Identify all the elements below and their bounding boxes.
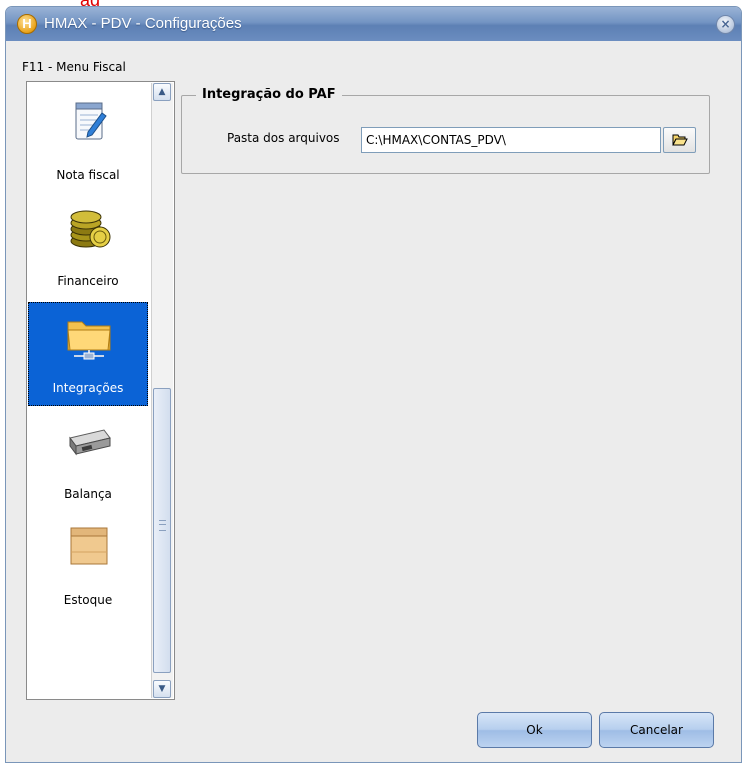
group-title: Integração do PAF [196,87,342,102]
sidebar-item-label: Balança [64,487,112,501]
sidebar-item-label: Integrações [52,381,124,395]
ok-button[interactable]: Ok [477,712,592,748]
window-title: HMAX - PDV - Configurações [44,15,242,32]
sidebar-item-integracoes[interactable]: Integrações [28,302,148,406]
grip-icon [159,520,166,531]
sidebar-panel-label: F11 - Menu Fiscal [22,60,126,74]
scroll-up-icon[interactable]: ▲ [153,83,171,101]
sidebar-item-balanca[interactable]: Balança [28,408,148,512]
browse-folder-button[interactable] [663,127,696,153]
scroll-down-icon[interactable]: ▼ [153,680,171,698]
configuration-window: H HMAX - PDV - Configurações × F11 - Men… [5,6,742,763]
sidebar-item-label: Estoque [63,593,113,607]
notepad-icon [64,97,114,147]
title-bar[interactable]: H HMAX - PDV - Configurações × [6,7,741,41]
scroll-thumb[interactable] [153,388,171,673]
folder-network-icon [64,310,114,360]
folder-field-label: Pasta dos arquivos [227,131,340,145]
cancel-button[interactable]: Cancelar [599,712,714,748]
sidebar: Nota fiscal Financeiro Integrações Balan… [26,81,175,700]
folder-path-input[interactable] [361,127,661,153]
sidebar-item-financeiro[interactable]: Financeiro [28,195,148,299]
coins-icon [64,203,114,253]
close-icon[interactable]: × [716,15,735,34]
open-folder-icon [672,134,688,146]
box-icon [64,522,114,572]
scale-icon [64,416,114,466]
sidebar-item-estoque[interactable]: Estoque [28,514,148,618]
sidebar-scrollbar[interactable]: ▲ ▼ [151,83,173,698]
sidebar-item-nota-fiscal[interactable]: Nota fiscal [28,89,148,193]
integration-group: Integração do PAF Pasta dos arquivos [181,87,710,174]
sidebar-item-label: Nota fiscal [56,168,120,182]
sidebar-item-label: Financeiro [57,274,119,288]
app-logo-icon: H [17,14,37,34]
